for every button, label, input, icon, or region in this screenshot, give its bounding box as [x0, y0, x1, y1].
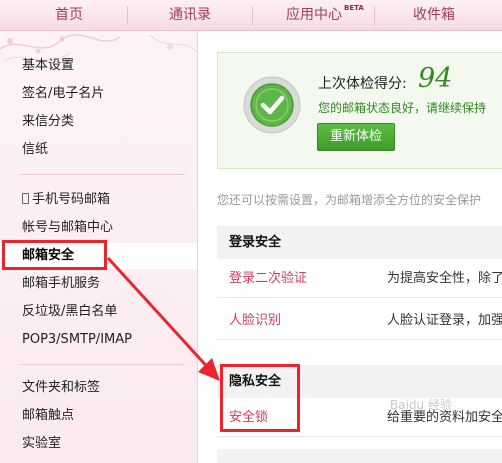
sidebar-item-basic-settings[interactable]: 基本设置	[0, 53, 197, 79]
sidebar-item-phone-mailbox[interactable]: 手机号码邮箱	[0, 187, 197, 213]
sidebar-item-mobile-service[interactable]: 邮箱手机服务	[0, 271, 197, 297]
sidebar-item-folders-labels[interactable]: 文件夹和标签	[0, 375, 197, 401]
table-row: 人脸识别 人脸认证登录，加强	[217, 302, 502, 340]
health-check-panel: 上次体检得分: 94 您的邮箱状态良好，请继续保持 重新体检	[217, 52, 502, 169]
section-header	[217, 449, 502, 463]
sidebar-item-antispam[interactable]: 反垃圾/黑白名单	[0, 299, 197, 325]
top-navigation: 首页 通讯录 应用中心 BETA 收件箱	[0, 0, 502, 31]
sidebar-item-signature[interactable]: 签名/电子名片	[0, 81, 197, 107]
row-description: 人脸认证登录，加强	[387, 313, 502, 328]
section-login-security-title: 登录安全	[217, 226, 502, 259]
sidebar-divider	[20, 174, 185, 175]
annotation-box-privacy	[220, 364, 300, 432]
sidebar-item-lab[interactable]: 实验室	[0, 431, 197, 457]
intro-text: 您还可以按需设置，为邮箱增添全方位的安全保护	[217, 193, 482, 207]
table-row: 登录二次验证 为提高安全性，除了	[217, 260, 502, 298]
sidebar-item-label: 手机号码邮箱	[32, 192, 111, 207]
face-recognition-link[interactable]: 人脸识别	[229, 302, 281, 340]
sidebar-item-mail-filter[interactable]: 来信分类	[0, 109, 197, 135]
sidebar-item-pop3-smtp-imap[interactable]: POP3/SMTP/IMAP	[0, 327, 197, 353]
beta-badge: BETA	[344, 4, 364, 12]
sidebar-item-mail-touch[interactable]: 邮箱触点	[0, 403, 197, 429]
row-description: 为提高安全性，除了	[387, 271, 502, 286]
annotation-box-sidebar	[2, 240, 107, 270]
nav-contacts[interactable]: 通讯录	[140, 0, 240, 30]
two-step-verification-link[interactable]: 登录二次验证	[229, 260, 307, 298]
score-value: 94	[418, 63, 453, 94]
score-description: 您的邮箱状态良好，请继续保持	[318, 101, 487, 115]
sidebar-item-account-center[interactable]: 帐号与邮箱中心	[0, 215, 197, 241]
sidebar-divider	[20, 364, 185, 365]
nav-home[interactable]: 首页	[22, 0, 116, 30]
nav-separator	[127, 6, 128, 25]
score-label: 上次体检得分:	[318, 76, 407, 92]
phone-icon	[22, 193, 29, 204]
nav-inbox[interactable]: 收件箱	[388, 0, 480, 30]
check-shield-icon	[243, 76, 301, 134]
nav-separator	[374, 6, 375, 25]
baidu-watermark: Baidu 经验	[390, 398, 452, 412]
recheck-button[interactable]: 重新体检	[317, 123, 395, 151]
sidebar-item-stationery[interactable]: 信纸	[0, 137, 197, 163]
nav-separator	[252, 6, 253, 25]
